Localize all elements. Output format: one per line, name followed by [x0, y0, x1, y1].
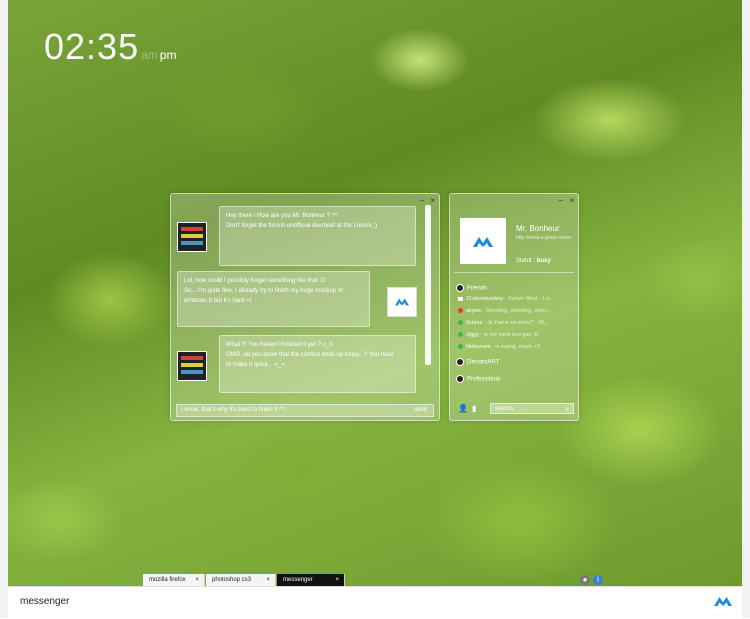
contact-message: - Shooting, shooting, shoo...: [480, 308, 551, 314]
status-dot-icon: [458, 344, 463, 350]
desktop-wallpaper: 02:35 am pm ‒ × Hey there ! How are you Mr…: [0, 0, 750, 586]
chat-message-line: Don't forget the french unofficial devme…: [226, 223, 378, 229]
contact-message: - Je t'aime en enfer!" - M...: [482, 320, 549, 326]
close-icon[interactable]: ×: [266, 574, 270, 586]
close-icon[interactable]: ×: [335, 574, 339, 586]
close-icon[interactable]: ×: [195, 574, 199, 586]
profile-status[interactable]: Statut : busy: [516, 258, 551, 264]
contacts-window-controls: ‒ ×: [555, 196, 574, 205]
contact-name: 0ctans: [466, 320, 483, 326]
chat-message-bubble: Hey there ! How are you Mr. Bonheur ? ^^…: [219, 206, 416, 266]
frame-right: [742, 0, 750, 618]
self-avatar: [387, 287, 417, 317]
group-toggle-icon: [456, 375, 464, 383]
contact-avatar: [177, 222, 207, 252]
brand-logo-icon: [714, 597, 732, 606]
device-icon[interactable]: ▮: [472, 404, 476, 413]
contact-name: 21stcenturyboy: [466, 296, 504, 302]
contact-message: - Kanye West - Lo...: [503, 296, 554, 302]
group-label: Friends: [467, 285, 488, 292]
send-button[interactable]: send: [414, 405, 427, 416]
contacts-window: ‒ × Mr. Bonheur http://www.a-great-movie…: [449, 193, 579, 421]
contact-item[interactable]: 0ctans - Je t'aime en enfer!" - M...: [458, 320, 574, 326]
frame-left: [0, 0, 8, 618]
profile-name: Mr. Bonheur: [516, 224, 560, 233]
contact-avatar: [177, 351, 207, 381]
contact-message: - is eating, miam <3: [490, 344, 541, 350]
minimize-button[interactable]: ‒: [420, 196, 424, 205]
group-toggle-icon: [456, 358, 464, 366]
message-icon: [458, 296, 463, 301]
group-friends[interactable]: Friends: [456, 284, 487, 292]
contact-item[interactable]: Nekozumi - is eating, miam <3: [458, 344, 574, 350]
close-button[interactable]: ×: [430, 196, 435, 205]
profile-url[interactable]: http://www.a-great-movie: [516, 235, 571, 241]
group-label: DeviantART: [467, 359, 500, 366]
status-value: busy: [536, 258, 551, 264]
chat-message-line: What ?! You haven't finished it yet ? o_…: [226, 342, 333, 348]
status-dot-icon: [458, 320, 463, 326]
chat-message-line: windows 8 but it's hard =(: [184, 298, 252, 304]
bottom-bar: messenger: [0, 586, 750, 619]
brand-logo-icon: [473, 237, 493, 247]
contact-item[interactable]: 21stcenturyboy - Kanye West - Lo...: [458, 296, 574, 302]
group-professional[interactable]: Professional: [456, 375, 500, 383]
contact-item[interactable]: Jiggy - je me sens tout gay :D: [458, 332, 574, 338]
taskbar-tab-firefox[interactable]: mozilla firefox ×: [143, 574, 205, 586]
chat-message-line: Lol, how could I possibly forget somethi…: [184, 278, 326, 284]
clock-am: am: [141, 48, 158, 62]
contact-name: akyan: [466, 308, 481, 314]
search-placeholder: search: [495, 406, 514, 412]
chat-window-controls: ‒ ×: [416, 196, 435, 205]
contact-name: Nekozumi: [466, 344, 491, 350]
taskbar-tab-photoshop[interactable]: photoshop cs3 ×: [206, 574, 276, 586]
tray-globe-icon[interactable]: ●: [580, 575, 590, 585]
chat-message-bubble: What ?! You haven't finished it yet ? o_…: [219, 335, 416, 393]
chat-message-line: to make it quick... =_=: [226, 362, 285, 368]
clock-time: 02:35: [44, 26, 140, 67]
profile-avatar[interactable]: [460, 218, 506, 264]
status-dot-icon: [458, 332, 463, 338]
chat-message-line: Hey there ! How are you Mr. Bonheur ? ^^: [226, 213, 338, 219]
taskbar-tab-label: mozilla firefox: [149, 577, 186, 583]
clock-pm: pm: [159, 48, 177, 62]
minimize-button[interactable]: ‒: [559, 196, 563, 205]
taskbar-tab-messenger[interactable]: messenger ×: [277, 574, 345, 586]
search-input[interactable]: search ⌕: [490, 403, 574, 414]
chat-scrollbar-thumb[interactable]: [425, 205, 431, 365]
group-label: Professional: [467, 376, 501, 383]
chat-input[interactable]: I know, that's why it's hard to finish i…: [181, 405, 286, 416]
divider: [454, 272, 574, 273]
status-dot-icon: [458, 308, 463, 314]
group-toggle-icon: [456, 284, 464, 292]
contacts-toolbar: 👤 ▮ search ⌕: [454, 403, 574, 415]
chat-message-bubble: Lol, how could I possibly forget somethi…: [177, 271, 370, 327]
contact-item[interactable]: akyan - Shooting, shooting, shoo...: [458, 308, 574, 314]
clock: 02:35 am pm: [44, 26, 176, 68]
chat-message-line: So... I'm quite fine, I already try to f…: [184, 288, 343, 294]
search-icon[interactable]: ⌕: [565, 404, 569, 415]
add-contact-icon[interactable]: 👤: [458, 404, 468, 413]
chat-message-line: OMG, do you know that the contest ends u…: [226, 352, 394, 358]
taskbar-tab-label: messenger: [283, 577, 313, 583]
active-app-title: messenger: [20, 596, 70, 607]
group-deviantart[interactable]: DeviantART: [456, 358, 499, 366]
close-button[interactable]: ×: [569, 196, 574, 205]
taskbar-tab-label: photoshop cs3: [212, 577, 252, 583]
chat-input-row: I know, that's why it's hard to finish i…: [176, 404, 434, 417]
status-label: Statut :: [516, 258, 536, 264]
contact-message: - je me sens tout gay :D: [478, 332, 539, 338]
contact-name: Jiggy: [466, 332, 479, 338]
brand-logo-icon: [395, 298, 409, 306]
tray-info-icon[interactable]: i: [593, 575, 603, 585]
